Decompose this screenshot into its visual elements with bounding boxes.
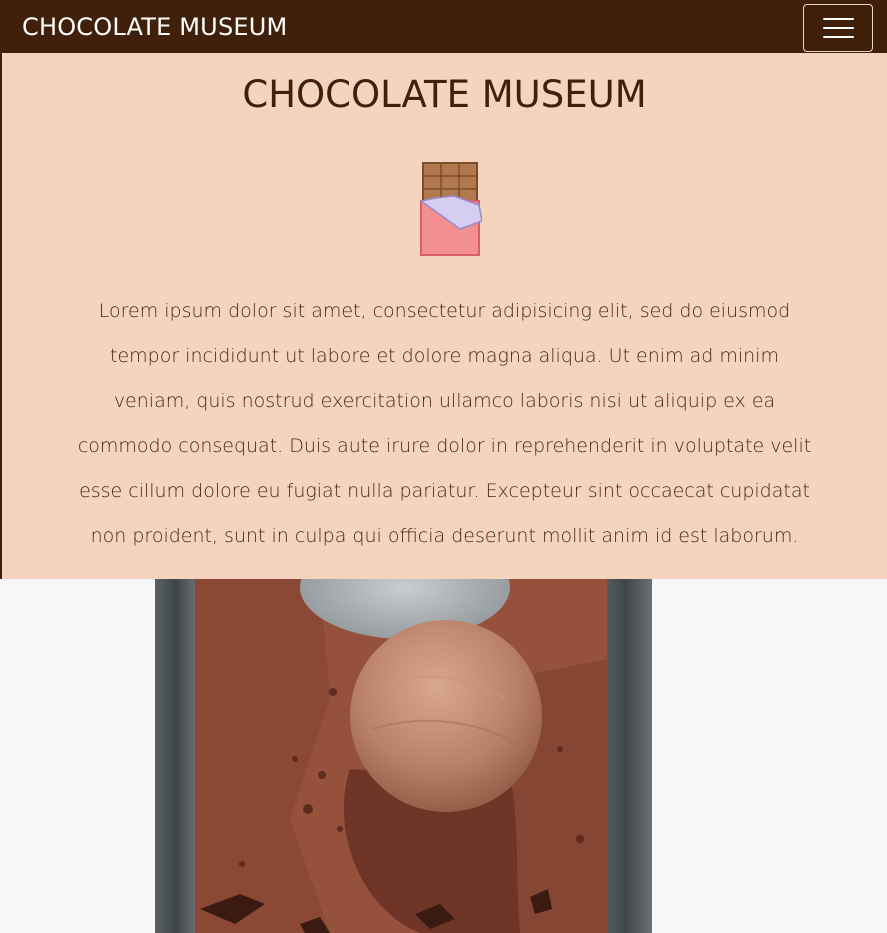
hero-description: Lorem ipsum dolor sit amet, consectetur …	[77, 300, 812, 547]
chocolate-bar-icon	[419, 162, 482, 256]
page-title: CHOCOLATE MUSEUM	[242, 73, 647, 116]
hero-section: CHOCOLATE MUSEUM Lorem ipsum dolor sit a…	[2, 53, 887, 579]
hamburger-menu-icon	[823, 18, 854, 20]
image-section	[0, 579, 887, 933]
hamburger-menu-icon	[823, 36, 854, 38]
navbar-brand[interactable]: CHOCOLATE MUSEUM	[22, 12, 287, 42]
hamburger-menu-icon	[823, 27, 854, 29]
top-navbar: CHOCOLATE MUSEUM	[0, 0, 887, 53]
navbar-toggle-button[interactable]	[803, 4, 873, 52]
chocolate-ice-cream-photo	[155, 579, 652, 933]
